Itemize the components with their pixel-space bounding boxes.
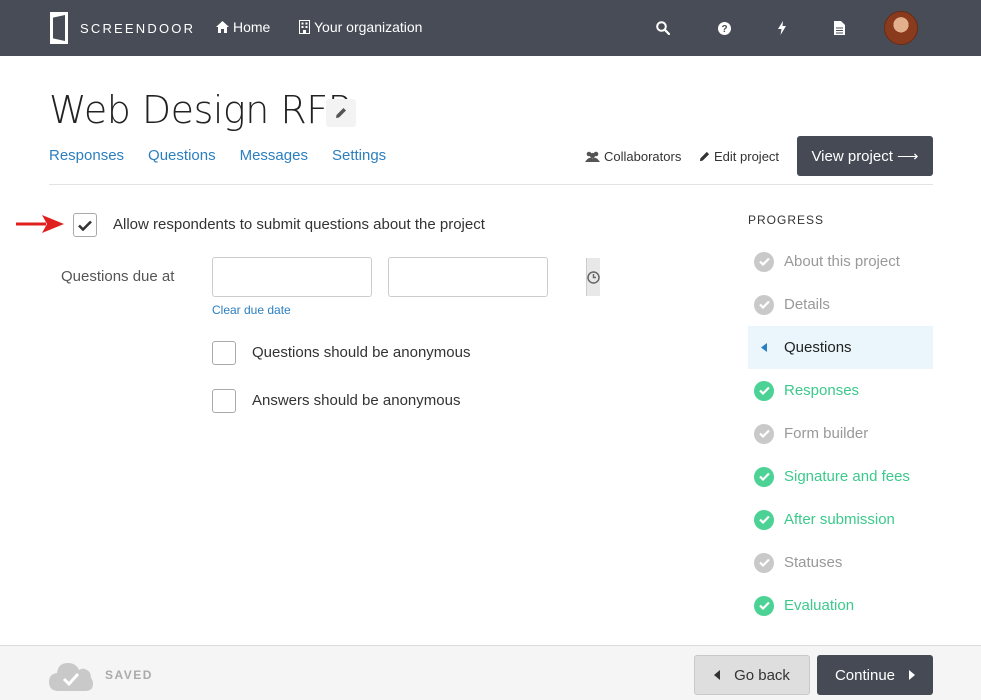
questions-due-label: Questions due at	[61, 268, 175, 285]
progress-step-label: Responses	[784, 382, 860, 399]
svg-text:?: ?	[721, 24, 727, 35]
check-circle-icon	[754, 509, 774, 530]
footer-bar: SAVED Go back Continue	[0, 645, 981, 700]
clock-button[interactable]	[586, 258, 600, 296]
checkmark-icon	[78, 220, 92, 231]
go-back-label: Go back	[734, 666, 790, 684]
user-avatar[interactable]	[884, 11, 918, 45]
progress-step-label: After submission	[784, 511, 895, 528]
home-icon	[216, 21, 229, 33]
pencil-icon	[699, 151, 710, 162]
view-project-button[interactable]: View project ⟶	[797, 136, 933, 176]
building-icon	[299, 20, 310, 34]
progress-step-label: About this project	[784, 253, 900, 270]
clock-icon	[587, 270, 600, 284]
progress-step[interactable]: Evaluation	[748, 584, 933, 627]
progress-step[interactable]: About this project	[748, 240, 933, 283]
cloud-saved-icon	[49, 663, 93, 691]
progress-step-label: Questions	[784, 339, 852, 356]
brand-name: SCREENDOOR	[80, 20, 196, 36]
progress-step[interactable]: Statuses	[748, 541, 933, 584]
clear-due-date-link[interactable]: Clear due date	[212, 303, 291, 317]
go-back-button[interactable]: Go back	[694, 655, 810, 695]
door-logo-icon	[50, 12, 68, 44]
progress-step[interactable]: Signature and fees	[748, 455, 933, 498]
check-circle-icon	[754, 552, 774, 573]
check-circle-icon	[754, 595, 774, 616]
collaborators-label: Collaborators	[604, 149, 682, 164]
anonymous-questions-checkbox[interactable]	[212, 341, 236, 365]
progress-title: PROGRESS	[748, 213, 825, 227]
saved-status: SAVED	[105, 668, 153, 682]
project-tabs: Responses Questions Messages Settings	[49, 147, 410, 164]
progress-step-label: Statuses	[784, 554, 843, 571]
page-title: Web Design RFP	[49, 88, 351, 132]
progress-step[interactable]: Responses	[748, 369, 933, 412]
allow-questions-checkbox[interactable]	[73, 213, 97, 237]
continue-label: Continue	[834, 666, 896, 684]
annotation-arrow-icon	[16, 215, 64, 233]
progress-step-label: Evaluation	[784, 597, 855, 614]
check-circle-icon	[754, 380, 774, 401]
allow-questions-label: Allow respondents to submit questions ab…	[113, 216, 485, 233]
header-divider	[49, 184, 933, 185]
edit-project-link[interactable]: Edit project	[699, 149, 779, 164]
progress-step-label: Details	[784, 296, 830, 313]
due-time-field	[388, 257, 600, 297]
progress-step[interactable]: Form builder	[748, 412, 933, 455]
progress-step-label: Signature and fees	[784, 468, 910, 485]
nav-organization-label: Your organization	[314, 19, 423, 35]
progress-step[interactable]: Questions	[748, 326, 933, 369]
nav-home-label: Home	[233, 19, 271, 35]
top-navbar: SCREENDOOR Home Your organization ?	[0, 0, 981, 56]
check-circle-icon	[754, 251, 774, 272]
due-date-field	[212, 257, 424, 297]
lightning-icon[interactable]	[772, 18, 792, 38]
brand-logo[interactable]: SCREENDOOR	[50, 12, 195, 44]
edit-project-label: Edit project	[714, 149, 780, 164]
nav-home-link[interactable]: Home	[216, 19, 270, 35]
tab-settings[interactable]: Settings	[332, 147, 386, 164]
caret-left-icon	[754, 338, 774, 358]
tab-responses[interactable]: Responses	[49, 147, 124, 164]
progress-step[interactable]: Details	[748, 283, 933, 326]
edit-title-button[interactable]	[326, 99, 356, 127]
nav-organization-link[interactable]: Your organization	[299, 19, 422, 35]
anonymous-answers-checkbox[interactable]	[212, 389, 236, 413]
due-time-input[interactable]	[389, 258, 586, 296]
help-icon[interactable]: ?	[714, 18, 734, 38]
anonymous-questions-label: Questions should be anonymous	[252, 344, 471, 361]
due-date-input[interactable]	[213, 258, 410, 296]
progress-step-label: Form builder	[784, 425, 869, 442]
check-circle-icon	[754, 294, 774, 315]
check-circle-icon	[754, 423, 774, 444]
pencil-icon	[336, 108, 346, 118]
continue-button[interactable]: Continue	[817, 655, 933, 695]
users-icon	[585, 151, 600, 162]
tab-questions[interactable]: Questions	[148, 147, 216, 164]
caret-right-icon	[909, 670, 916, 680]
caret-left-icon	[714, 670, 721, 680]
search-icon[interactable]	[653, 18, 673, 38]
tab-messages[interactable]: Messages	[240, 147, 308, 164]
check-circle-icon	[754, 466, 774, 487]
document-icon[interactable]	[829, 18, 849, 38]
anonymous-answers-label: Answers should be anonymous	[252, 392, 461, 409]
progress-step[interactable]: After submission	[748, 498, 933, 541]
collaborators-link[interactable]: Collaborators	[585, 149, 681, 164]
